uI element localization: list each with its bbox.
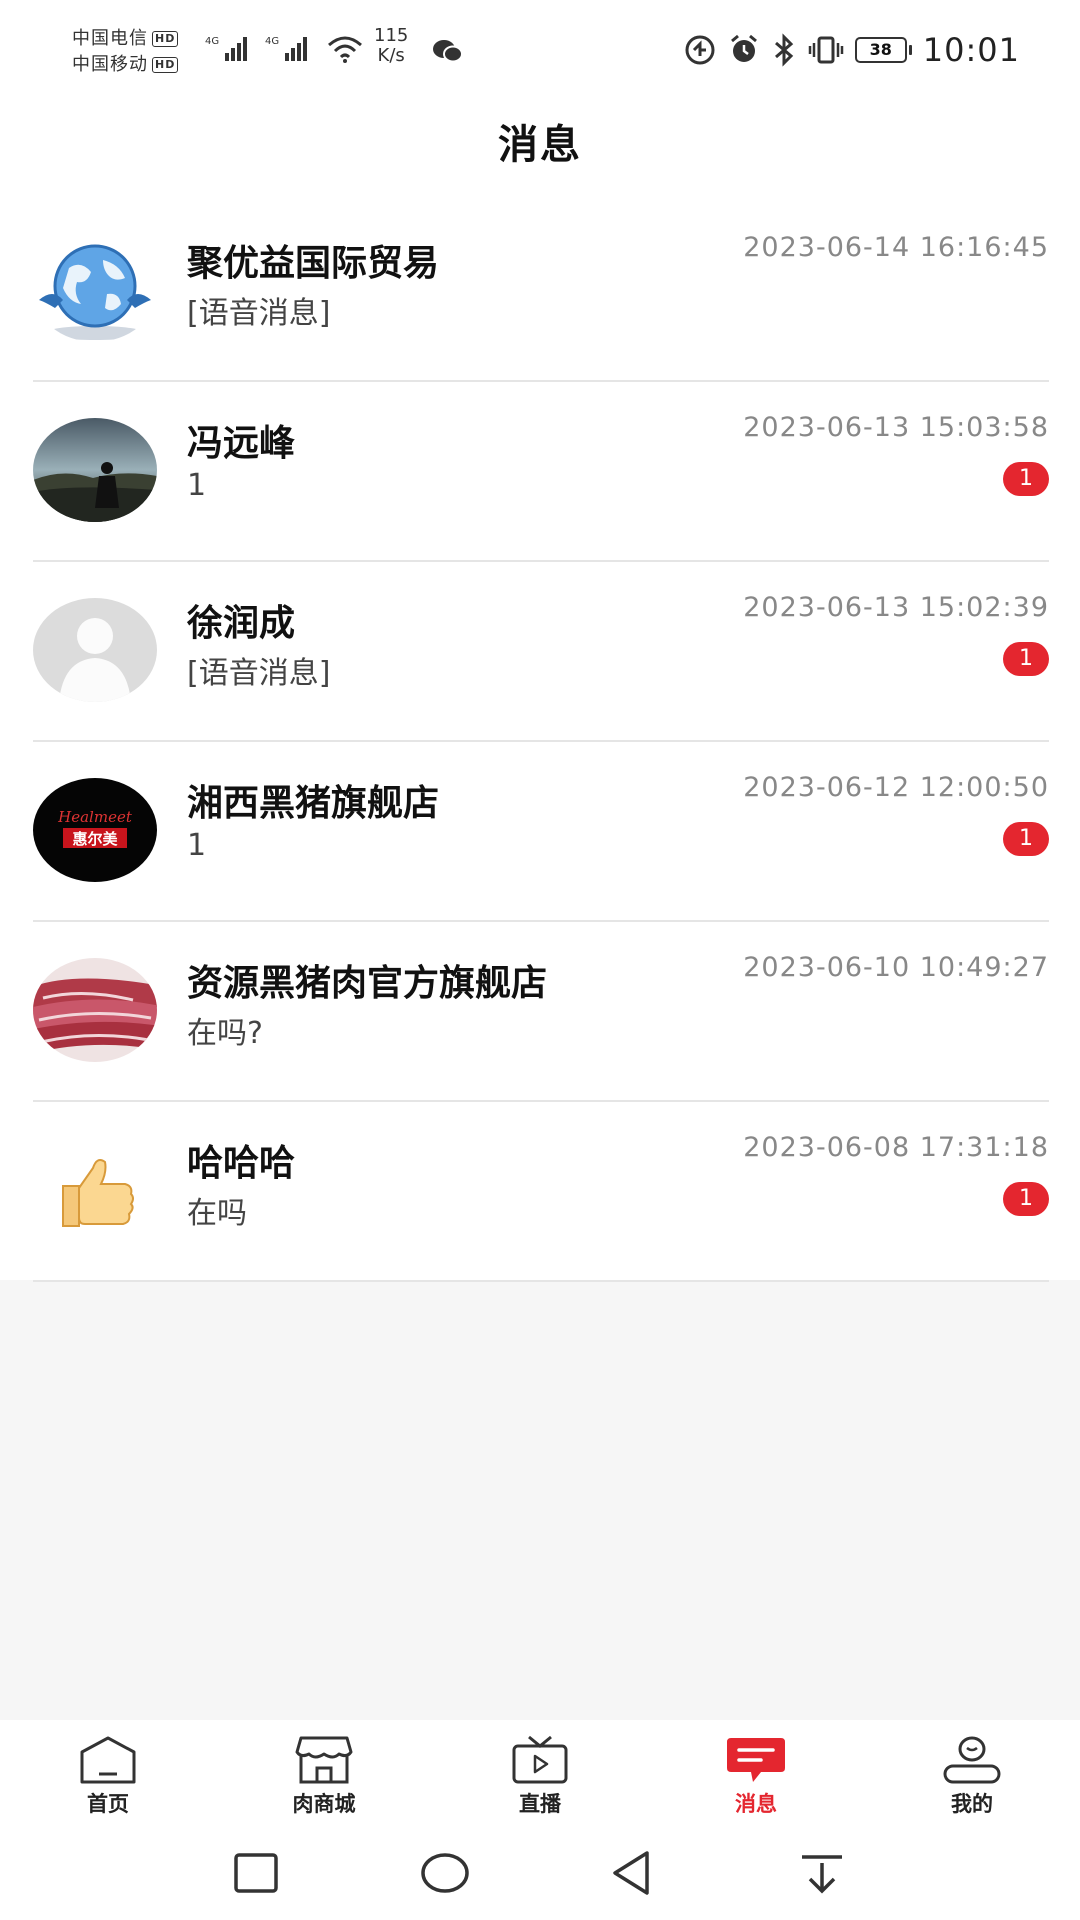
header: 消息 [0, 100, 1080, 200]
contact-name: 聚优益国际贸易 [187, 243, 440, 284]
recent-apps-icon[interactable] [226, 1843, 286, 1903]
bluetooth-icon [774, 33, 793, 67]
svg-text:Healmeet: Healmeet [57, 808, 133, 826]
message-timestamp: 2023-06-10 10:49:27 [743, 952, 1049, 983]
hd-badge: HD [152, 31, 179, 47]
unread-badge: 1 [1003, 1182, 1049, 1216]
page-title: 消息 [498, 122, 582, 168]
hd-badge: HD [152, 57, 179, 73]
tab-label: 直播 [519, 1792, 561, 1816]
brand-logo-avatar: Healmeet 惠尔美 [33, 778, 157, 882]
message-timestamp: 2023-06-14 16:16:45 [743, 232, 1049, 263]
tab-live[interactable]: 直播 [432, 1720, 648, 1825]
unread-badge: 1 [1003, 822, 1049, 856]
notification-pulldown-icon[interactable] [792, 1843, 852, 1903]
avatar[interactable] [33, 418, 157, 522]
meat-photo [33, 958, 157, 1062]
message-timestamp: 2023-06-12 12:00:50 [743, 772, 1049, 803]
tab-profile[interactable]: 我的 [864, 1720, 1080, 1825]
status-left-icons: 4G 4G [205, 28, 365, 68]
tab-home[interactable]: 首页 [0, 1720, 216, 1825]
home-nav-icon[interactable] [415, 1843, 475, 1903]
status-right-icons: 38 10:01 [683, 28, 1020, 72]
profile-icon [943, 1736, 1001, 1784]
status-bar: 中国电信 HD 中国移动 HD 4G 4G 115 K/s 38 10:01 [0, 0, 1080, 100]
store-icon [295, 1736, 353, 1784]
tv-play-icon [512, 1735, 568, 1784]
conversation-list: 聚优益国际贸易 [语音消息] 2023-06-14 16:16:45 冯远峰 1… [0, 200, 1080, 1282]
carrier-1: 中国电信 HD [72, 24, 179, 50]
conversation-item[interactable]: Healmeet 惠尔美 湘西黑猪旗舰店 1 2023-06-12 12:00:… [33, 740, 1049, 922]
tab-label: 消息 [735, 1792, 777, 1816]
home-icon [80, 1736, 136, 1784]
person-silhouette-photo [33, 418, 157, 522]
message-preview: 在吗? [187, 1016, 263, 1051]
avatar[interactable] [33, 598, 157, 702]
avatar[interactable]: Healmeet 惠尔美 [33, 778, 157, 882]
clock: 10:01 [922, 31, 1020, 69]
svg-text:4G: 4G [265, 36, 279, 47]
vibrate-icon [808, 36, 844, 64]
avatar[interactable] [33, 1138, 157, 1242]
conversation-item[interactable]: 徐润成 [语音消息] 2023-06-13 15:02:39 1 [33, 560, 1049, 742]
back-icon[interactable] [603, 1843, 663, 1903]
alarm-icon [730, 34, 757, 62]
thumbs-up-icon [33, 1138, 157, 1242]
tab-messages[interactable]: 消息 [648, 1720, 864, 1825]
message-preview: 1 [187, 828, 207, 863]
contact-name: 哈哈哈 [187, 1143, 296, 1184]
message-preview: [语音消息] [187, 296, 331, 331]
tab-meat-mall[interactable]: 肉商城 [216, 1720, 432, 1825]
tab-label: 肉商城 [292, 1792, 356, 1816]
contact-name: 冯远峰 [187, 423, 296, 464]
conversation-item[interactable]: 聚优益国际贸易 [语音消息] 2023-06-14 16:16:45 [33, 200, 1049, 382]
svg-text:4G: 4G [205, 36, 219, 47]
tab-label: 我的 [951, 1792, 993, 1816]
carrier-2: 中国移动 HD [72, 50, 179, 76]
message-preview: 1 [187, 468, 207, 503]
system-navigation-bar [0, 1825, 1080, 1920]
avatar[interactable] [33, 238, 157, 342]
message-preview: 在吗 [187, 1196, 247, 1231]
data-saver-icon [685, 35, 715, 65]
contact-name: 徐润成 [187, 603, 296, 644]
unread-badge: 1 [1003, 642, 1049, 676]
conversation-item[interactable]: 冯远峰 1 2023-06-13 15:03:58 1 [33, 380, 1049, 562]
bottom-tab-bar: 首页 肉商城 直播 消息 我的 [0, 1720, 1080, 1825]
carrier-2-label: 中国移动 [72, 54, 148, 75]
speed-unit: K/s [377, 45, 405, 66]
conversation-item[interactable]: 哈哈哈 在吗 2023-06-08 17:31:18 1 [33, 1100, 1049, 1282]
message-timestamp: 2023-06-13 15:03:58 [743, 412, 1049, 443]
message-timestamp: 2023-06-13 15:02:39 [743, 592, 1049, 623]
avatar[interactable] [33, 958, 157, 1062]
battery-indicator: 38 [854, 37, 912, 63]
message-preview: [语音消息] [187, 656, 331, 691]
conversation-item[interactable]: 资源黑猪肉官方旗舰店 在吗? 2023-06-10 10:49:27 [33, 920, 1049, 1102]
contact-name: 湘西黑猪旗舰店 [187, 783, 440, 824]
signal-icon: 4G [265, 36, 307, 61]
globe-icon [33, 238, 157, 342]
default-user-icon [33, 598, 157, 702]
unread-badge: 1 [1003, 462, 1049, 496]
contact-name: 资源黑猪肉官方旗舰店 [187, 963, 548, 1004]
message-icon [727, 1738, 785, 1782]
message-timestamp: 2023-06-08 17:31:18 [743, 1132, 1049, 1163]
carrier-1-label: 中国电信 [72, 28, 148, 49]
wifi-icon [328, 36, 362, 63]
tab-label: 首页 [87, 1792, 129, 1816]
network-speed: 115 K/s [374, 26, 408, 66]
wechat-icon [433, 40, 463, 63]
svg-text:惠尔美: 惠尔美 [72, 830, 118, 848]
signal-icon: 4G [205, 36, 247, 61]
speed-value: 115 [374, 25, 409, 46]
messages-screen: 中国电信 HD 中国移动 HD 4G 4G 115 K/s 38 10:01 消… [0, 0, 1080, 1920]
